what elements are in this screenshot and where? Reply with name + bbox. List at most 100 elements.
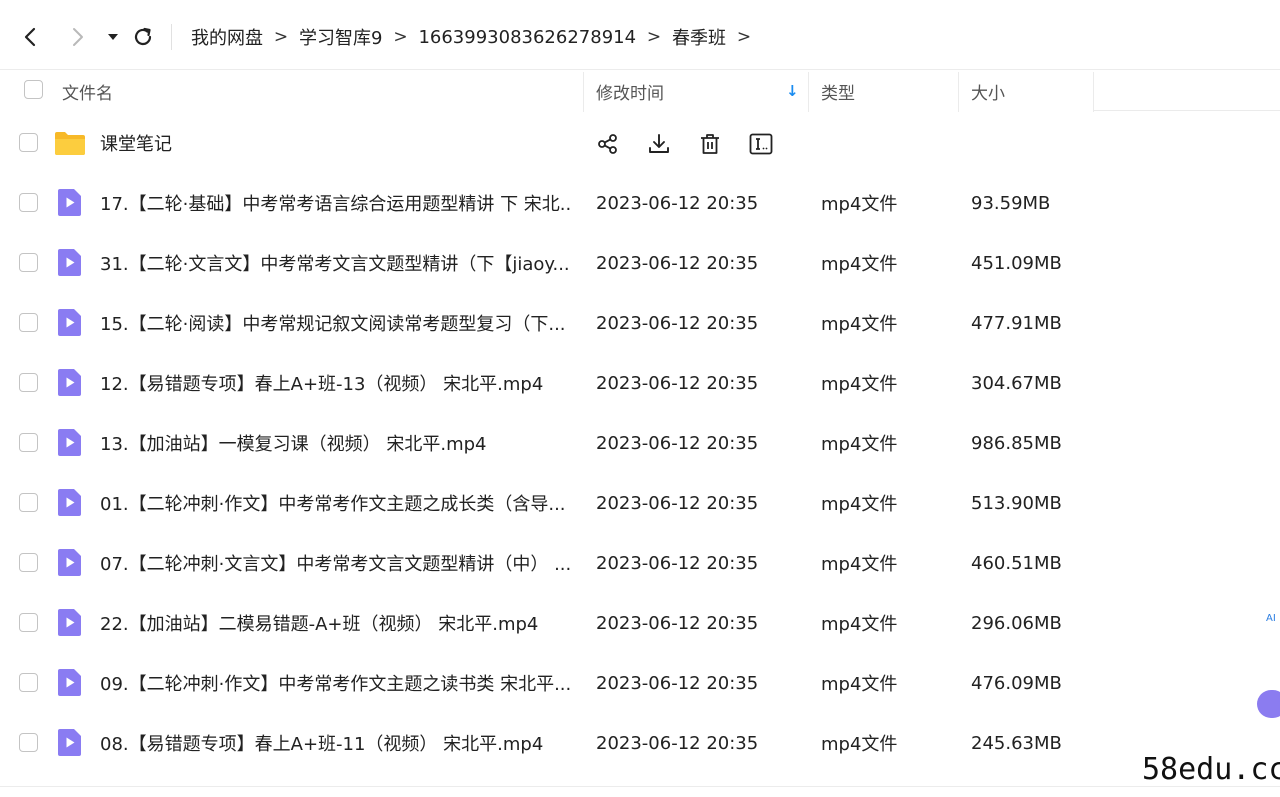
file-size: 476.09MB (971, 672, 1062, 694)
file-size: 460.51MB (971, 552, 1062, 574)
column-header-modified[interactable]: 修改时间 (596, 70, 664, 112)
row-checkbox[interactable] (19, 253, 38, 272)
file-type: mp4文件 (821, 254, 898, 275)
video-file-icon (58, 309, 81, 336)
row-checkbox[interactable] (19, 133, 38, 152)
file-size: 986.85MB (971, 432, 1062, 454)
file-row[interactable]: 08.【易错题专项】春上A+班-11（视频） 宋北平.mp4 2023-06-1… (0, 713, 1280, 773)
file-type: mp4文件 (821, 494, 898, 515)
file-name[interactable]: 08.【易错题专项】春上A+班-11（视频） 宋北平.mp4 (100, 713, 570, 773)
forward-button[interactable] (60, 20, 94, 54)
assistant-float-button[interactable] (1257, 690, 1280, 718)
file-type: mp4文件 (821, 374, 898, 395)
file-name[interactable]: 15.【二轮·阅读】中考常规记叙文阅读常考题型复习（下... (100, 293, 570, 353)
breadcrumb-separator: > (393, 27, 408, 47)
breadcrumb-separator: > (736, 27, 752, 47)
select-all-checkbox[interactable] (24, 80, 43, 99)
delete-button[interactable] (696, 130, 723, 157)
row-checkbox[interactable] (19, 553, 38, 572)
file-type: mp4文件 (821, 314, 898, 335)
file-name[interactable]: 22.【加油站】二模易错题-A+班（视频） 宋北平.mp4 (100, 593, 570, 653)
row-checkbox[interactable] (19, 193, 38, 212)
toolbar: 我的网盘 > 学习智库9 > 1663993083626278914 > 春季班… (0, 0, 1280, 70)
history-dropdown[interactable] (96, 20, 130, 54)
file-type: mp4文件 (821, 734, 898, 755)
column-divider[interactable] (583, 72, 584, 112)
file-row[interactable]: 31.【二轮·文言文】中考常考文言文题型精讲（下【jiaoy... 2023-0… (0, 233, 1280, 293)
file-row[interactable]: 09.【二轮冲刺·作文】中考常考作文主题之读书类 宋北平.... 2023-06… (0, 653, 1280, 713)
folder-name[interactable]: 课堂笔记 (100, 113, 570, 173)
file-type: mp4文件 (821, 434, 898, 455)
video-file-icon (58, 369, 81, 396)
file-row[interactable]: 12.【易错题专项】春上A+班-13（视频） 宋北平.mp4 2023-06-1… (0, 353, 1280, 413)
row-checkbox[interactable] (19, 493, 38, 512)
video-file-icon (58, 249, 81, 276)
refresh-icon (134, 27, 152, 46)
column-header-size[interactable]: 大小 (971, 70, 1005, 112)
breadcrumb-item-current[interactable]: 春季班 (672, 24, 726, 50)
file-modified: 2023-06-12 20:35 (596, 192, 759, 214)
rename-icon (749, 133, 772, 154)
file-name[interactable]: 07.【二轮冲刺·文言文】中考常考文言文题型精讲（中） ... (100, 533, 570, 593)
row-checkbox[interactable] (19, 613, 38, 632)
file-name[interactable]: 12.【易错题专项】春上A+班-13（视频） 宋北平.mp4 (100, 353, 570, 413)
row-checkbox[interactable] (19, 733, 38, 752)
video-file-icon (58, 669, 81, 696)
back-button[interactable] (14, 20, 48, 54)
video-file-icon (58, 189, 81, 216)
file-name[interactable]: 09.【二轮冲刺·作文】中考常考作文主题之读书类 宋北平.... (100, 653, 570, 713)
file-size: 245.63MB (971, 732, 1062, 754)
breadcrumb-item-root[interactable]: 我的网盘 (191, 24, 263, 50)
file-row[interactable]: 17.【二轮·基础】中考常考语言综合运用题型精讲 下 宋北... 2023-06… (0, 173, 1280, 233)
file-size: 513.90MB (971, 492, 1062, 514)
row-checkbox[interactable] (19, 433, 38, 452)
column-header-type[interactable]: 类型 (821, 70, 855, 112)
file-size: 304.67MB (971, 372, 1062, 394)
breadcrumb-separator: > (646, 27, 662, 47)
row-checkbox[interactable] (19, 313, 38, 332)
column-divider[interactable] (1093, 72, 1094, 112)
refresh-button[interactable] (126, 20, 160, 54)
file-name[interactable]: 31.【二轮·文言文】中考常考文言文题型精讲（下【jiaoy... (100, 233, 570, 293)
video-file-icon (58, 429, 81, 456)
rename-button[interactable] (747, 130, 774, 157)
row-checkbox[interactable] (19, 673, 38, 692)
file-row[interactable]: 22.【加油站】二模易错题-A+班（视频） 宋北平.mp4 2023-06-12… (0, 593, 1280, 653)
file-modified: 2023-06-12 20:35 (596, 732, 759, 754)
file-modified: 2023-06-12 20:35 (596, 252, 759, 274)
file-modified: 2023-06-12 20:35 (596, 492, 759, 514)
header-underline (1094, 110, 1280, 111)
folder-row[interactable]: 课堂笔记 (0, 113, 1280, 173)
chevron-right-icon (73, 28, 83, 46)
file-modified: 2023-06-12 20:35 (596, 432, 759, 454)
list-bottom-border (0, 786, 1280, 787)
share-button[interactable] (594, 130, 621, 157)
video-file-icon (58, 729, 81, 756)
file-name[interactable]: 01.【二轮冲刺·作文】中考常考作文主题之成长类（含导... (100, 473, 570, 533)
breadcrumb-item[interactable]: 1663993083626278914 (418, 27, 636, 48)
table-header: 文件名 修改时间 ↓ 类型 大小 (0, 70, 1280, 112)
file-row[interactable]: 15.【二轮·阅读】中考常规记叙文阅读常考题型复习（下... 2023-06-1… (0, 293, 1280, 353)
download-button[interactable] (645, 130, 672, 157)
breadcrumb-item[interactable]: 学习智库9 (299, 24, 382, 50)
chevron-left-icon (24, 27, 36, 47)
breadcrumb-separator: > (273, 27, 289, 47)
toolbar-divider (171, 24, 172, 50)
video-file-icon (58, 489, 81, 516)
file-row[interactable]: 13.【加油站】一模复习课（视频） 宋北平.mp4 2023-06-12 20:… (0, 413, 1280, 473)
file-modified: 2023-06-12 20:35 (596, 372, 759, 394)
file-size: 296.06MB (971, 612, 1062, 634)
file-name[interactable]: 17.【二轮·基础】中考常考语言综合运用题型精讲 下 宋北... (100, 173, 570, 233)
sort-desc-icon[interactable]: ↓ (786, 70, 799, 112)
file-modified: 2023-06-12 20:35 (596, 312, 759, 334)
file-row[interactable]: 01.【二轮冲刺·作文】中考常考作文主题之成长类（含导... 2023-06-1… (0, 473, 1280, 533)
column-divider[interactable] (808, 72, 809, 112)
file-row[interactable]: 07.【二轮冲刺·文言文】中考常考文言文题型精讲（中） ... 2023-06-… (0, 533, 1280, 593)
column-header-name[interactable]: 文件名 (62, 70, 113, 112)
row-checkbox[interactable] (19, 373, 38, 392)
file-name[interactable]: 13.【加油站】一模复习课（视频） 宋北平.mp4 (100, 413, 570, 473)
file-modified: 2023-06-12 20:35 (596, 552, 759, 574)
caret-down-icon (108, 34, 118, 40)
file-size: 451.09MB (971, 252, 1062, 274)
column-divider[interactable] (958, 72, 959, 112)
